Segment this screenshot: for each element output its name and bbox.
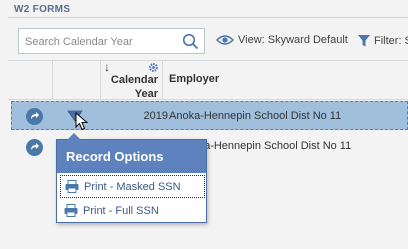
column-header-calendar-year[interactable]: Calendar Year <box>108 73 158 101</box>
print-masked-ssn-item[interactable]: Print - Masked SSN <box>60 175 205 198</box>
print-full-ssn-item[interactable]: Print - Full SSN <box>60 199 205 222</box>
column-separator <box>100 61 101 99</box>
gear-icon[interactable] <box>148 62 159 73</box>
row-employer: Anoka-Hennepin School Dist No 11 <box>169 110 342 122</box>
print-full-ssn-label: Print - Full SSN <box>83 204 159 217</box>
column-separator <box>52 61 53 99</box>
mouse-cursor-icon <box>75 112 89 131</box>
filter-label: Filter: S <box>374 35 408 47</box>
menu-caret <box>67 133 81 140</box>
printer-icon <box>65 180 79 193</box>
sort-down-arrow-icon[interactable]: ↓ <box>104 60 110 74</box>
row-action-button[interactable] <box>26 139 43 156</box>
printer-icon <box>64 204 78 217</box>
record-options-title: Record Options <box>57 140 206 173</box>
search-input[interactable] <box>25 34 175 49</box>
search-box[interactable] <box>18 28 205 54</box>
header-divider <box>8 99 408 100</box>
title-divider <box>8 17 408 18</box>
column-separator <box>162 61 163 99</box>
filter-icon <box>358 35 370 47</box>
row-calendar-year: 2019 <box>143 110 168 122</box>
record-options-menu: Record Options Print - Masked SSN Print … <box>56 133 207 223</box>
view-selector[interactable]: View: Skyward Default <box>216 34 348 46</box>
row-action-icon <box>31 112 39 119</box>
column-header-employer[interactable]: Employer <box>169 73 219 85</box>
search-icon[interactable] <box>182 33 199 50</box>
grid-top-divider <box>8 60 408 61</box>
view-label: View: Skyward Default <box>238 34 348 46</box>
row-action-button[interactable] <box>26 108 43 125</box>
eye-icon <box>216 35 234 45</box>
print-masked-ssn-label: Print - Masked SSN <box>84 180 181 193</box>
calendar-year-header-line1: Calendar <box>110 74 158 86</box>
filter-selector[interactable]: Filter: S <box>357 34 408 48</box>
panel-title: W2 FORMS <box>14 4 71 15</box>
row-action-icon <box>31 143 39 150</box>
